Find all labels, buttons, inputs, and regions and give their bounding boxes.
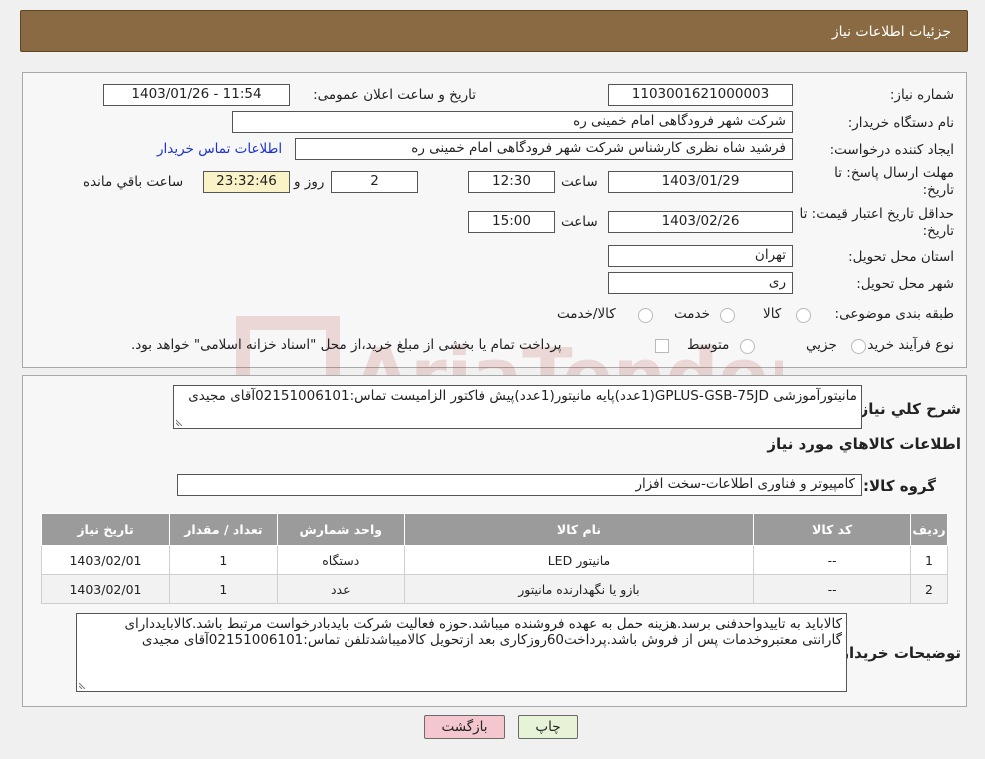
province-field: تهران bbox=[608, 245, 793, 267]
need-number-field: 1103001621000003 bbox=[608, 84, 793, 106]
need-number-label: شماره نیاز: bbox=[889, 87, 954, 103]
col-header-need-date: تاریخ نیاز bbox=[41, 513, 170, 546]
buyer-notes-resize-grip-icon[interactable] bbox=[79, 681, 87, 689]
remaining-time-field: 23:32:46 bbox=[203, 171, 290, 193]
buyer-notes-field[interactable]: کالاباید به تاییدواحدفنی برسد.هزینه حمل … bbox=[76, 613, 847, 692]
validity-label: حداقل تاریخ اعتبار قیمت: تا تاریخ: bbox=[800, 206, 954, 240]
description-resize-grip-icon[interactable] bbox=[176, 418, 184, 426]
deadline-time-label: ساعت bbox=[561, 174, 598, 190]
creator-label: ایجاد کننده درخواست: bbox=[829, 142, 954, 158]
items-heading: اطلاعات کالاهاي مورد نياز bbox=[767, 435, 961, 453]
col-header-row-number: ردیف bbox=[910, 513, 948, 546]
buyer-org-label: نام دستگاه خریدار: bbox=[847, 115, 954, 131]
category-goods-label: کالا bbox=[763, 306, 782, 322]
days-label: روز و bbox=[294, 174, 325, 190]
treasury-checkbox[interactable] bbox=[655, 339, 669, 353]
cell-unit: عدد bbox=[276, 574, 405, 604]
process-label: نوع فرآیند خرید : bbox=[858, 337, 954, 353]
announce-label: تاریخ و ساعت اعلان عمومی: bbox=[313, 87, 476, 103]
page-header: جزئیات اطلاعات نیاز bbox=[20, 10, 968, 52]
deadline-label: مهلت ارسال پاسخ: تا تاریخ: bbox=[834, 165, 954, 199]
province-label: استان محل تحویل: bbox=[848, 249, 954, 265]
table-row: 1 -- مانیتور LED دستگاه 1 1403/02/01 bbox=[41, 545, 948, 575]
cell-item-code: -- bbox=[753, 545, 912, 575]
deadline-label-line1: مهلت ارسال پاسخ: تا bbox=[834, 165, 954, 181]
page-title: جزئیات اطلاعات نیاز bbox=[831, 24, 951, 40]
creator-field: فرشید شاه نظری کارشناس شرکت شهر فرودگاهی… bbox=[295, 138, 793, 160]
process-medium-label: متوسط bbox=[687, 337, 730, 353]
items-table: ردیف کد کالا نام کالا واحد شمارش تعداد /… bbox=[41, 513, 948, 604]
category-goods-service-label: کالا/خدمت bbox=[557, 306, 616, 322]
category-service-label: خدمت bbox=[674, 306, 710, 322]
city-field: ری bbox=[608, 272, 793, 294]
category-goods-service-radio[interactable] bbox=[638, 308, 653, 323]
buyer-notes-label: توضیحات خریدار: bbox=[834, 644, 961, 662]
validity-label-line1: حداقل تاریخ اعتبار قیمت: تا bbox=[799, 206, 954, 222]
back-button[interactable]: بازگشت bbox=[424, 715, 505, 739]
col-header-item-code: کد کالا bbox=[753, 513, 912, 546]
cell-quantity: 1 bbox=[168, 574, 278, 604]
table-header-row: ردیف کد کالا نام کالا واحد شمارش تعداد /… bbox=[41, 513, 948, 546]
table-row: 2 -- بازو یا نگهدارنده مانیتور عدد 1 140… bbox=[41, 574, 948, 604]
deadline-time-field: 12:30 bbox=[468, 171, 555, 193]
validity-date-field: 1403/02/26 bbox=[608, 211, 793, 233]
cell-need-date: 1403/02/01 bbox=[41, 545, 170, 575]
category-label: طبقه بندی موضوعی: bbox=[834, 306, 954, 322]
remaining-label: ساعت باقي مانده bbox=[83, 174, 184, 190]
process-minor-label: جزیي bbox=[806, 337, 837, 353]
cell-item-name: مانیتور LED bbox=[403, 545, 755, 575]
category-goods-radio[interactable] bbox=[796, 308, 811, 323]
validity-label-line2: تاریخ: bbox=[922, 223, 954, 239]
goods-group-field: کامپیوتر و فناوری اطلاعات-سخت افزار bbox=[177, 474, 862, 496]
deadline-label-line2: تاریخ: bbox=[922, 182, 954, 198]
announce-datetime-field: 1403/01/26 - 11:54 bbox=[103, 84, 290, 106]
description-field[interactable]: مانیتورآموزشی GPLUS-GSB-75JD(1عدد)پایه م… bbox=[173, 385, 862, 429]
cell-row-number: 2 bbox=[910, 574, 948, 604]
cell-item-name: بازو یا نگهدارنده مانیتور bbox=[403, 574, 755, 604]
process-minor-radio[interactable] bbox=[851, 339, 866, 354]
cell-item-code: -- bbox=[753, 574, 912, 604]
category-service-radio[interactable] bbox=[720, 308, 735, 323]
request-info-panel: AriaTender.neT شماره نیاز: 1103001621000… bbox=[22, 72, 967, 419]
print-button[interactable]: چاپ bbox=[518, 715, 578, 739]
needs-panel: شرح کلي نياز: مانیتورآموزشی GPLUS-GSB-75… bbox=[22, 375, 967, 707]
payment-note: پرداخت تمام یا بخشی از مبلغ خرید،از محل … bbox=[131, 337, 562, 353]
cell-need-date: 1403/02/01 bbox=[41, 574, 170, 604]
col-header-quantity: تعداد / مقدار bbox=[168, 513, 278, 546]
description-label: شرح کلي نياز: bbox=[853, 400, 961, 418]
cell-quantity: 1 bbox=[168, 545, 278, 575]
city-label: شهر محل تحویل: bbox=[856, 276, 954, 292]
goods-group-label: گروه کالا: bbox=[863, 477, 936, 495]
buyer-contact-link[interactable]: اطلاعات تماس خریدار bbox=[157, 141, 282, 157]
buyer-org-field: شرکت شهر فرودگاهی امام خمینی ره bbox=[232, 111, 793, 133]
cell-unit: دستگاه bbox=[276, 545, 405, 575]
cell-row-number: 1 bbox=[910, 545, 948, 575]
validity-time-label: ساعت bbox=[561, 214, 598, 230]
col-header-item-name: نام کالا bbox=[403, 513, 755, 546]
process-medium-radio[interactable] bbox=[740, 339, 755, 354]
deadline-date-field: 1403/01/29 bbox=[608, 171, 793, 193]
col-header-unit: واحد شمارش bbox=[276, 513, 405, 546]
validity-time-field: 15:00 bbox=[468, 211, 555, 233]
days-remaining-field: 2 bbox=[331, 171, 418, 193]
